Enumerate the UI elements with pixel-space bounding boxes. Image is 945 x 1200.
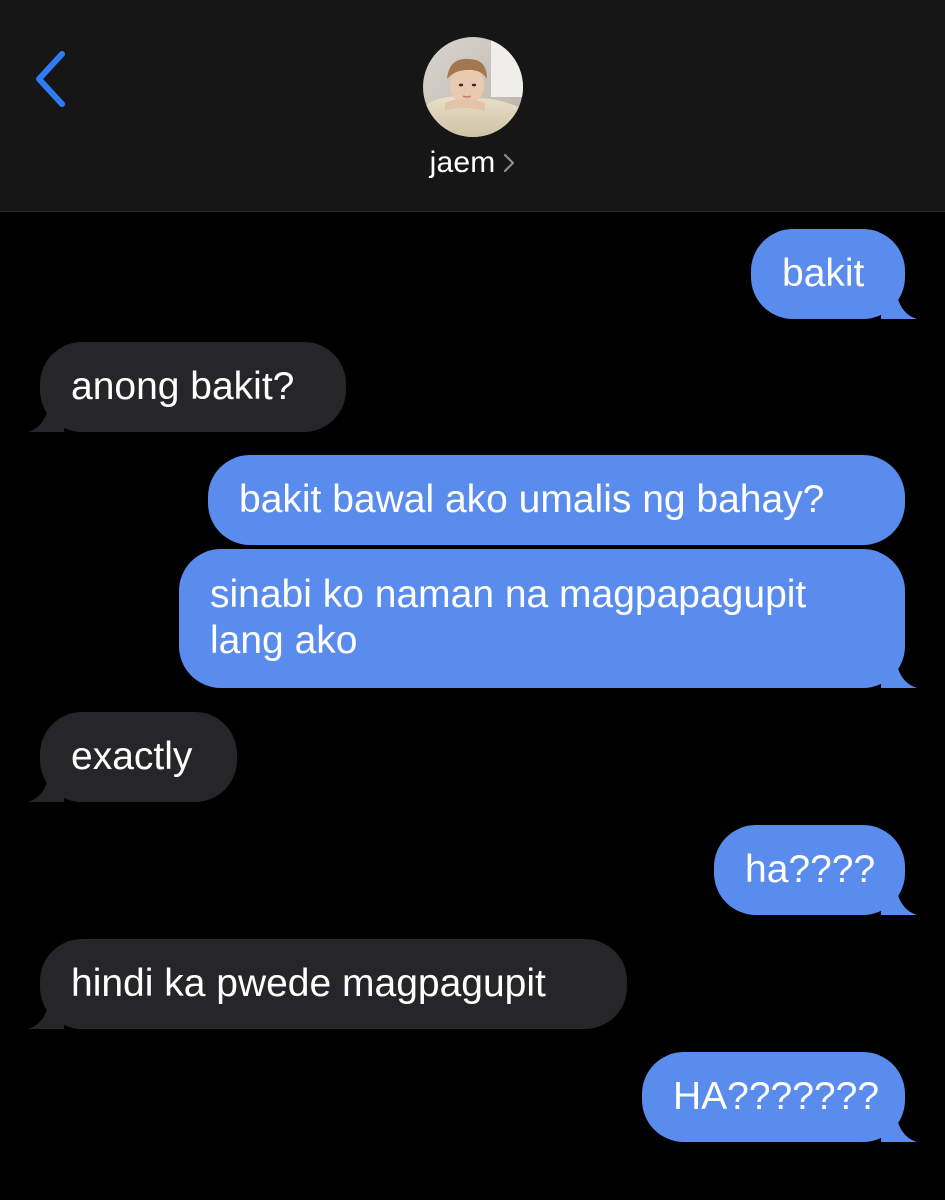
conversation-header: jaem <box>0 0 945 212</box>
chevron-left-icon <box>36 51 65 107</box>
message-bubble-received[interactable]: hindi ka pwede magpagupit <box>28 939 627 1029</box>
back-button[interactable] <box>28 44 72 114</box>
message-text: HA??????? <box>673 1075 880 1118</box>
message-text: anong bakit? <box>71 365 295 408</box>
bubble-tail <box>881 283 917 319</box>
message-bubble-sent[interactable]: bakit <box>751 229 917 319</box>
message-bubble-sent[interactable]: ha???? <box>714 825 917 915</box>
message-bubble-sent[interactable]: bakit bawal ako umalis ng bahay? <box>208 455 905 545</box>
message-text: bakit bawal ako umalis ng bahay? <box>239 478 825 521</box>
bubble-tail <box>881 1106 917 1142</box>
bubble-tail <box>28 766 64 802</box>
message-text: exactly <box>71 735 193 778</box>
message-text: sinabi ko naman na magpapagupit lang ako <box>210 573 807 662</box>
chevron-right-icon <box>504 153 515 173</box>
bubble-tail <box>28 396 64 432</box>
bubble-tail <box>881 652 917 688</box>
conversation-screen: jaem bakit anong bakit? bakit bawal ako … <box>0 0 945 1200</box>
message-text: ha???? <box>745 848 876 891</box>
avatar-photo <box>423 37 523 137</box>
bubble-tail <box>881 879 917 915</box>
message-bubble-received[interactable]: exactly <box>28 712 237 802</box>
contact-name: jaem <box>429 146 496 179</box>
message-text: bakit <box>782 252 865 295</box>
contact-name-button[interactable]: jaem <box>0 146 945 180</box>
bubble-tail <box>28 993 64 1029</box>
message-bubble-sent[interactable]: HA??????? <box>642 1052 917 1142</box>
message-bubble-received[interactable]: anong bakit? <box>28 342 346 432</box>
message-text: hindi ka pwede magpagupit <box>71 962 546 1005</box>
message-bubble-sent[interactable]: sinabi ko naman na magpapagupit lang ako <box>179 549 917 688</box>
avatar[interactable] <box>423 37 523 137</box>
